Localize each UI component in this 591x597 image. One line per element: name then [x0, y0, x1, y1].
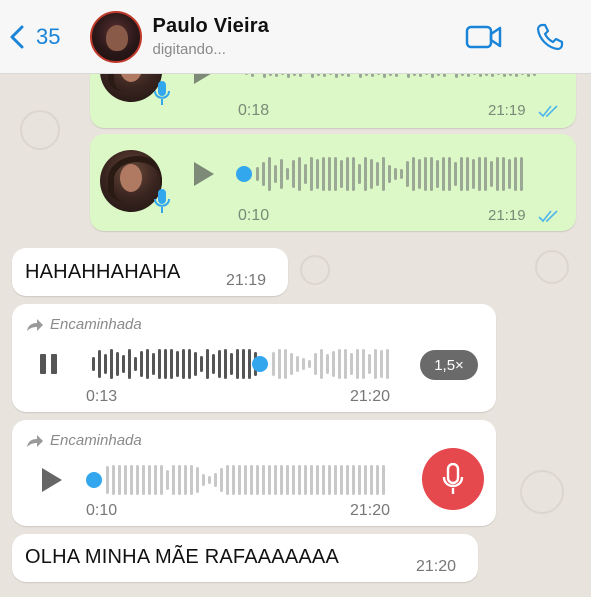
forward-arrow-icon	[27, 318, 43, 331]
play-icon[interactable]	[194, 162, 214, 186]
pause-icon[interactable]	[40, 354, 57, 374]
wallpaper-doodle	[520, 470, 564, 514]
waveform[interactable]	[92, 344, 257, 384]
chat-header: 35 Paulo Vieira digitando...	[0, 0, 591, 74]
microphone-icon	[154, 81, 170, 105]
voice-message-incoming-forwarded[interactable]: Encaminhada 1,5× 0:13 21:20	[12, 304, 496, 412]
message-time: 21:20	[350, 388, 391, 405]
video-call-icon[interactable]	[465, 24, 503, 50]
voice-message-outgoing[interactable]: 0:10 21:19	[90, 134, 576, 231]
microphone-icon	[442, 463, 464, 494]
microphone-icon	[154, 189, 170, 213]
waveform-remaining[interactable]	[272, 344, 389, 384]
waveform[interactable]	[106, 460, 385, 500]
back-button[interactable]: 35	[8, 24, 60, 50]
voice-duration: 0:10	[86, 502, 118, 519]
forwarded-label: Encaminhada	[26, 316, 142, 333]
voice-duration: 0:10	[238, 207, 270, 224]
message-time: 21:20	[350, 502, 391, 519]
progress-handle[interactable]	[86, 472, 102, 488]
voice-duration: 0:18	[238, 102, 270, 119]
progress-handle[interactable]	[236, 166, 252, 182]
wallpaper-doodle	[535, 250, 569, 284]
playback-speed-button[interactable]: 1,5×	[420, 350, 478, 380]
play-icon[interactable]	[42, 468, 62, 492]
double-check-icon	[538, 105, 558, 118]
text-message-incoming[interactable]: OLHA MINHA MÃE RAFAAAAAAA 21:20	[12, 534, 478, 582]
message-time: 21:19	[226, 272, 267, 289]
wallpaper-doodle	[20, 110, 60, 150]
voice-elapsed: 0:13	[86, 388, 118, 405]
phone-icon[interactable]	[535, 22, 565, 52]
voice-message-incoming-forwarded[interactable]: Encaminhada 0:10 21:20	[12, 420, 496, 526]
waveform[interactable]	[256, 154, 523, 194]
forwarded-text: Encaminhada	[50, 432, 142, 449]
progress-handle[interactable]	[252, 356, 268, 372]
sender-avatar	[100, 150, 162, 212]
contact-avatar[interactable]	[90, 10, 143, 63]
message-time: 21:19	[488, 207, 526, 224]
contact-info[interactable]: Paulo Vieira digitando...	[152, 15, 269, 58]
message-text: HAHAHHAHAHA	[25, 261, 181, 283]
record-voice-button[interactable]	[422, 448, 484, 510]
wallpaper-doodle	[300, 255, 330, 285]
chevron-left-icon	[10, 25, 24, 48]
message-time: 21:19	[488, 102, 526, 119]
message-time: 21:20	[416, 558, 457, 575]
forward-arrow-icon	[27, 434, 43, 447]
contact-status: digitando...	[152, 41, 226, 58]
forwarded-text: Encaminhada	[50, 316, 142, 333]
message-text: OLHA MINHA MÃE RAFAAAAAAA	[25, 546, 339, 568]
contact-name: Paulo Vieira	[152, 15, 270, 37]
double-check-icon	[538, 210, 558, 223]
forwarded-label: Encaminhada	[26, 432, 142, 449]
unread-count: 35	[36, 23, 61, 49]
text-message-incoming[interactable]: HAHAHHAHAHA 21:19	[12, 248, 288, 296]
